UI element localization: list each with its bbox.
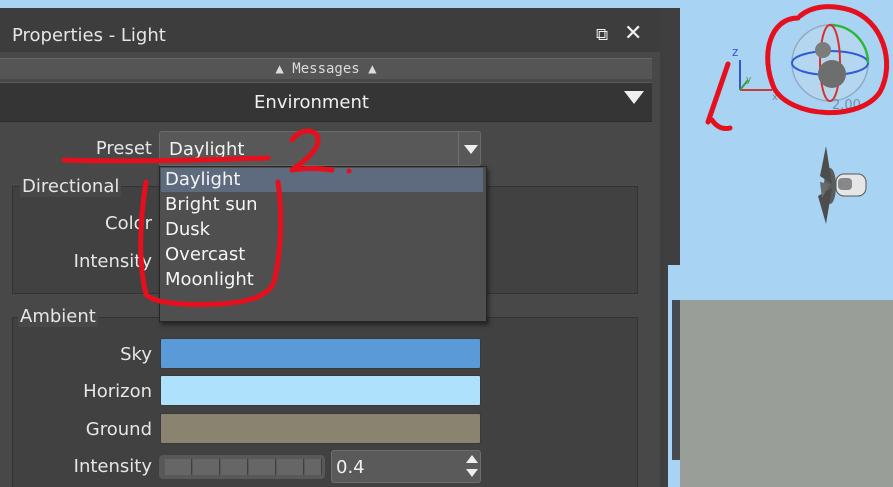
preset-option-bright-sun[interactable]: Bright sun bbox=[161, 193, 483, 217]
screen: Properties - Light ⧉ ✕ ▲ Messages ▲ Envi… bbox=[0, 0, 893, 487]
restore-window-icon[interactable]: ⧉ bbox=[596, 25, 608, 45]
close-icon[interactable]: ✕ bbox=[624, 21, 642, 46]
chevron-down-icon[interactable] bbox=[624, 91, 644, 104]
gizmo-sphere-icon[interactable]: 2.00 bbox=[791, 23, 870, 113]
ground-label: Ground bbox=[85, 419, 152, 440]
axis-label-y: y bbox=[746, 75, 752, 85]
directional-group-title: Directional bbox=[20, 176, 122, 197]
horizon-label: Horizon bbox=[83, 381, 152, 402]
directional-color-label: Color bbox=[105, 213, 152, 234]
preset-dropdown-list: Daylight Bright sun Dusk Overcast Moonli… bbox=[159, 166, 487, 322]
preset-option-moonlight[interactable]: Moonlight bbox=[161, 268, 483, 292]
messages-bar[interactable]: ▲ Messages ▲ bbox=[0, 58, 652, 79]
propeller-model-icon[interactable] bbox=[818, 146, 867, 224]
preset-option-daylight[interactable]: Daylight bbox=[161, 168, 483, 192]
horizon-color-swatch[interactable] bbox=[160, 375, 481, 406]
sky-color-swatch[interactable] bbox=[160, 338, 481, 369]
preset-value: Daylight bbox=[169, 139, 245, 160]
preset-label: Preset bbox=[95, 138, 152, 159]
combo-divider bbox=[458, 132, 459, 165]
gizmo-value: 2.00 bbox=[832, 98, 861, 113]
section-environment-header[interactable]: Environment bbox=[0, 82, 652, 122]
viewport-scene: z y x 2.00 bbox=[732, 23, 870, 224]
axis-indicator-icon: z y x bbox=[732, 45, 778, 103]
spin-down-icon[interactable] bbox=[466, 469, 478, 477]
section-title: Environment bbox=[254, 92, 369, 113]
sky-label: Sky bbox=[120, 344, 152, 365]
slider-segment bbox=[305, 459, 322, 475]
ambient-intensity-slider[interactable] bbox=[159, 455, 325, 479]
ambient-intensity-value: 0.4 bbox=[336, 457, 365, 478]
axis-label-z: z bbox=[732, 45, 738, 59]
viewport-edge-dark bbox=[672, 300, 680, 460]
slider-segment bbox=[249, 459, 276, 475]
viewport-top-strip bbox=[0, 0, 893, 8]
preset-option-overcast[interactable]: Overcast bbox=[161, 243, 483, 267]
spin-up-icon[interactable] bbox=[466, 455, 478, 463]
ambient-intensity-label: Intensity bbox=[73, 456, 152, 477]
slider-segment bbox=[193, 459, 220, 475]
slider-segment bbox=[277, 459, 304, 475]
ambient-group-title: Ambient bbox=[18, 306, 98, 327]
slider-segment bbox=[221, 459, 248, 475]
axis-label-x: x bbox=[772, 92, 778, 103]
directional-intensity-label: Intensity bbox=[73, 251, 152, 272]
preset-select[interactable]: Daylight bbox=[159, 131, 481, 166]
chevron-down-icon[interactable] bbox=[464, 145, 478, 154]
ambient-intensity-spinbox[interactable]: 0.4 bbox=[331, 450, 481, 483]
slider-segment bbox=[165, 459, 192, 475]
panel-title: Properties - Light bbox=[12, 25, 166, 46]
panel-titlebar: Properties - Light ⧉ ✕ bbox=[0, 8, 660, 52]
preset-option-dusk[interactable]: Dusk bbox=[161, 218, 483, 242]
ground-color-swatch[interactable] bbox=[160, 413, 481, 444]
